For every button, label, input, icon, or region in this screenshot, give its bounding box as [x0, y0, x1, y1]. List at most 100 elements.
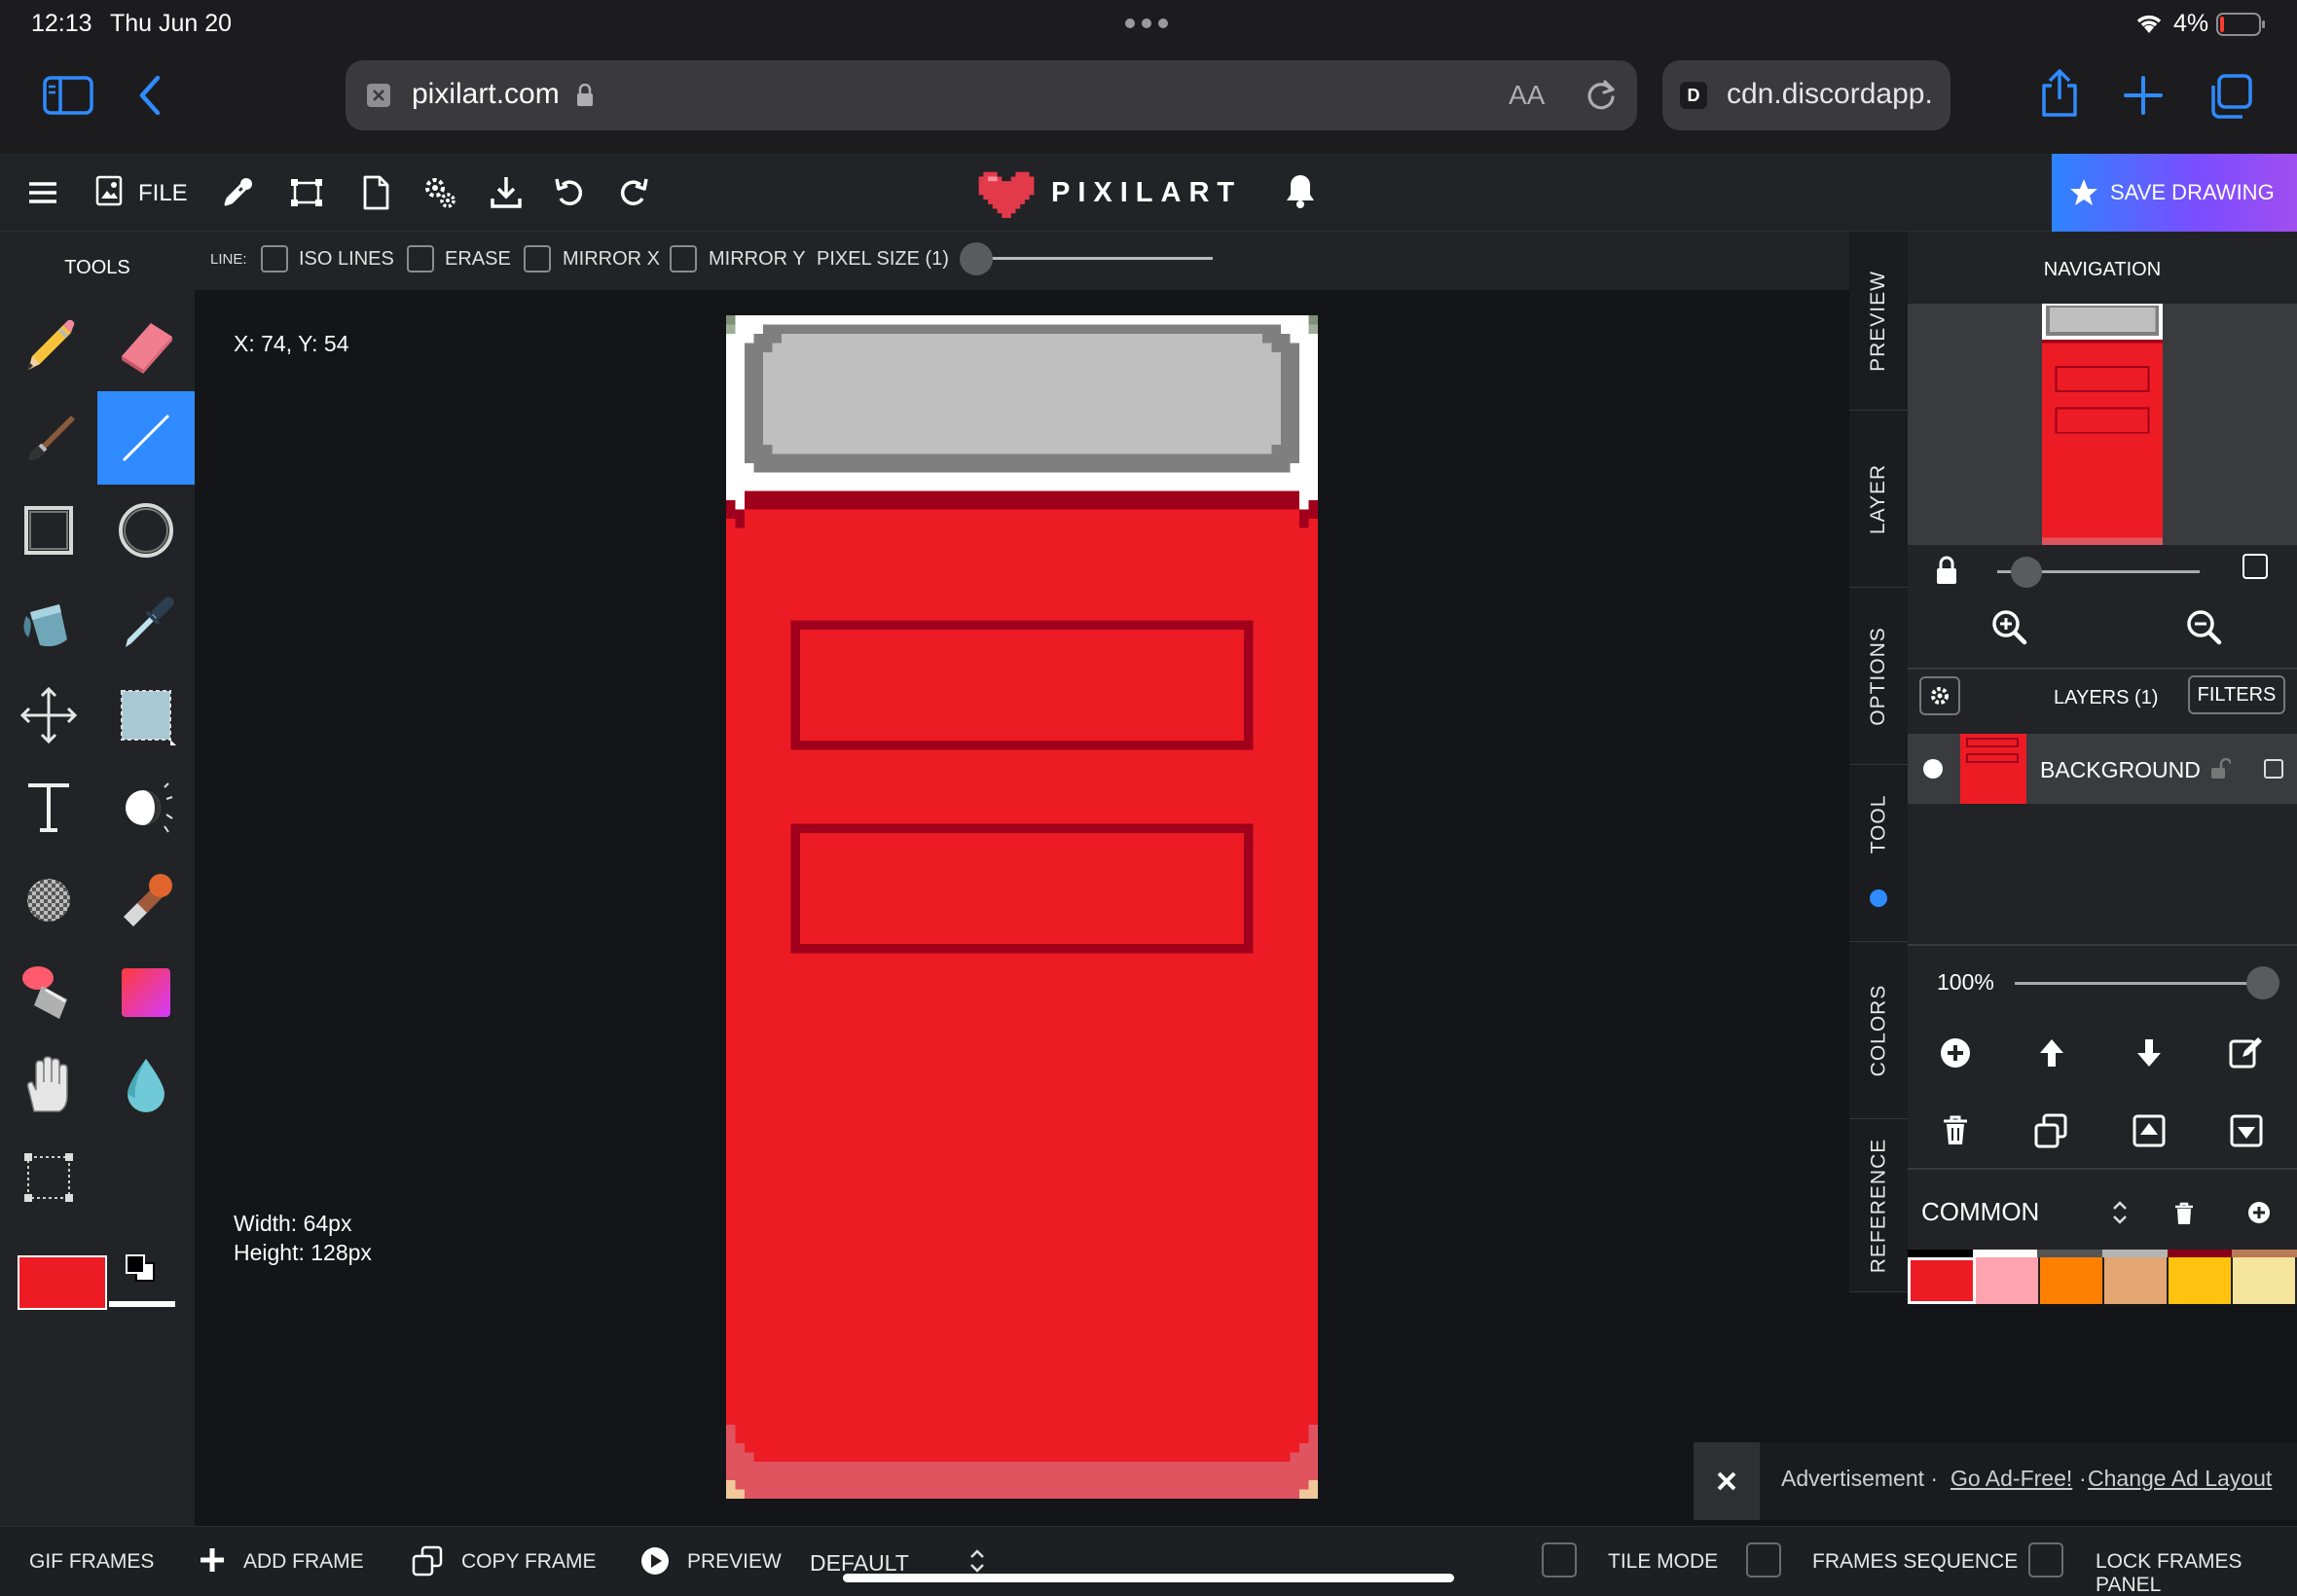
tab-discord[interactable]: D cdn.discordapp.: [1662, 60, 1951, 130]
tab-options[interactable]: OPTIONS: [1849, 588, 1908, 765]
color-picker-icon[interactable]: [218, 173, 257, 212]
edit-layer-icon[interactable]: [2227, 1034, 2266, 1072]
crop-tool[interactable]: [0, 1131, 97, 1224]
eyedropper-tool[interactable]: [97, 576, 195, 670]
duplicate-layer-icon[interactable]: [2032, 1111, 2071, 1150]
filters-button[interactable]: FILTERS: [2188, 675, 2285, 714]
close-ad-button[interactable]: [1694, 1442, 1760, 1520]
iso-lines-checkbox[interactable]: [261, 245, 288, 272]
pixilart-logo[interactable]: PIXILART: [977, 167, 1234, 218]
back-icon[interactable]: [134, 74, 164, 117]
layer-opacity-thumb[interactable]: [2246, 966, 2279, 999]
move-tool[interactable]: [0, 669, 97, 762]
merge-down-icon[interactable]: [2227, 1111, 2266, 1150]
reader-text-size-button[interactable]: AA: [1509, 80, 1545, 111]
preset-chevron-icon[interactable]: [967, 1548, 987, 1574]
pixel-size-track[interactable]: [964, 257, 1213, 260]
primary-color-swatch[interactable]: [18, 1255, 107, 1310]
line-tool[interactable]: [97, 391, 195, 485]
palette-swatch[interactable]: [1976, 1257, 2040, 1304]
resize-icon[interactable]: [287, 173, 326, 212]
select-tool[interactable]: [97, 669, 195, 762]
move-layer-up-icon[interactable]: [2032, 1034, 2071, 1072]
erase-checkbox[interactable]: [407, 245, 434, 272]
redo-icon[interactable]: [613, 173, 652, 212]
add-frame-icon[interactable]: [199, 1546, 226, 1574]
layer-settings-button[interactable]: [1919, 676, 1960, 715]
zoom-out-icon[interactable]: [2184, 607, 2223, 646]
layer-select-checkbox[interactable]: [2264, 759, 2283, 779]
notification-bell-icon[interactable]: [1283, 171, 1318, 210]
tile-mode-checkbox[interactable]: [1542, 1542, 1577, 1578]
drop-tool[interactable]: [97, 1038, 195, 1132]
dither-light-tool[interactable]: [97, 761, 195, 854]
palette-select-chevron-icon[interactable]: [2110, 1199, 2130, 1226]
gif-frames-label[interactable]: GIF FRAMES: [29, 1550, 154, 1574]
sidebar-toggle-icon[interactable]: [43, 72, 93, 119]
bucket-tool[interactable]: [0, 576, 97, 670]
drawing-canvas[interactable]: [726, 315, 1318, 1499]
palette-strip-swatch[interactable]: [2232, 1250, 2297, 1257]
new-tab-icon[interactable]: [2124, 76, 2163, 115]
undo-icon[interactable]: [551, 173, 590, 212]
pencil-tool[interactable]: [0, 299, 97, 392]
palette-strip-swatch[interactable]: [1972, 1250, 2038, 1257]
move-layer-down-icon[interactable]: [2130, 1034, 2169, 1072]
tabs-overview-icon[interactable]: [2207, 74, 2254, 119]
file-menu-button[interactable]: FILE: [95, 173, 202, 212]
palette-swatch[interactable]: [2169, 1257, 2233, 1304]
circle-tool[interactable]: [97, 484, 195, 577]
lock-icon[interactable]: [1927, 551, 1966, 590]
tab-colors[interactable]: COLORS: [1849, 942, 1908, 1119]
text-tool[interactable]: [0, 761, 97, 854]
add-layer-icon[interactable]: [1936, 1034, 1975, 1072]
reload-icon[interactable]: [1584, 78, 1619, 113]
download-icon[interactable]: [487, 173, 526, 212]
share-icon[interactable]: [2038, 68, 2081, 119]
change-ad-layout-link[interactable]: Change Ad Layout: [2088, 1466, 2272, 1492]
palette-add-icon[interactable]: [2246, 1200, 2272, 1225]
palette-name[interactable]: COMMON: [1921, 1197, 2039, 1227]
navigation-zoom-thumb[interactable]: [2011, 557, 2042, 588]
preview-button[interactable]: PREVIEW: [687, 1550, 782, 1574]
palette-strip-swatch[interactable]: [2167, 1250, 2233, 1257]
secondary-color-swatch[interactable]: [109, 1301, 175, 1307]
layer-unlock-icon[interactable]: [2207, 757, 2231, 780]
save-drawing-button[interactable]: SAVE DRAWING: [2052, 154, 2297, 232]
palette-strip-swatch[interactable]: [1908, 1250, 1973, 1257]
navigation-toggle-checkbox[interactable]: [2242, 554, 2268, 579]
palette-swatch[interactable]: [2233, 1257, 2297, 1304]
layer-visibility-icon[interactable]: [1923, 759, 1943, 779]
tab-tool[interactable]: TOOL: [1849, 765, 1908, 942]
palette-strip-swatch[interactable]: [2037, 1250, 2103, 1257]
brush-tool[interactable]: [0, 391, 97, 485]
eraser-tool[interactable]: [97, 299, 195, 392]
rectangle-tool[interactable]: [0, 484, 97, 577]
tab-layer[interactable]: LAYER: [1849, 411, 1908, 588]
settings-icon[interactable]: [420, 173, 459, 212]
lock-frames-panel-checkbox[interactable]: [2028, 1542, 2063, 1578]
noise-tool[interactable]: [0, 853, 97, 947]
layer-opacity-track[interactable]: [2015, 982, 2278, 985]
zoom-in-icon[interactable]: [1989, 607, 2028, 646]
go-ad-free-link[interactable]: Go Ad-Free!: [1951, 1466, 2072, 1492]
mirror-y-checkbox[interactable]: [670, 245, 697, 272]
copy-frame-icon[interactable]: [411, 1544, 444, 1578]
palette-swatch[interactable]: [2040, 1257, 2104, 1304]
hand-tool[interactable]: [0, 1038, 97, 1132]
layer-row[interactable]: BACKGROUND: [1908, 734, 2297, 804]
swap-colors-icon[interactable]: [125, 1253, 158, 1285]
add-frame-button[interactable]: ADD FRAME: [243, 1550, 364, 1574]
gradient-tool[interactable]: [97, 946, 195, 1039]
animation-preset-select[interactable]: DEFAULT: [810, 1550, 909, 1577]
tab-reference[interactable]: REFERENCE: [1849, 1119, 1908, 1292]
mirror-x-checkbox[interactable]: [524, 245, 551, 272]
palette-swatch[interactable]: [2104, 1257, 2169, 1304]
copy-frame-button[interactable]: COPY FRAME: [461, 1550, 596, 1574]
play-preview-icon[interactable]: [640, 1546, 670, 1576]
menu-icon[interactable]: [23, 173, 62, 212]
multitask-dots-icon[interactable]: [1124, 18, 1169, 29]
palette-strip-swatch[interactable]: [2102, 1250, 2168, 1257]
merge-up-icon[interactable]: [2130, 1111, 2169, 1150]
palette-delete-icon[interactable]: [2172, 1201, 2196, 1226]
